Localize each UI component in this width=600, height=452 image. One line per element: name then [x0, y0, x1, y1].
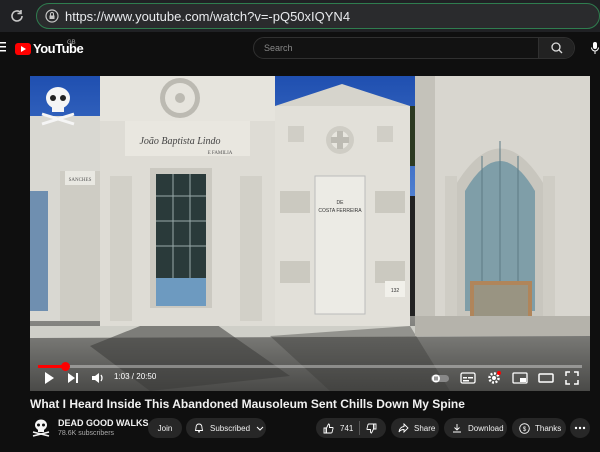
video-frame[interactable]: SANCHES João Baptista Lindo E FAMILIA DE… [30, 76, 590, 391]
address-bar[interactable]: https://www.youtube.com/watch?v=-pQ50xIQ… [36, 3, 600, 29]
subscriber-count: 78.6K subscribers [58, 430, 115, 437]
channel-avatar[interactable] [30, 416, 52, 438]
scene-tomb-name: João Baptista Lindo [139, 136, 220, 147]
join-button[interactable]: Join [148, 418, 182, 438]
volume-icon[interactable] [90, 370, 106, 386]
player-controls: 1:03 / 20:50 [30, 362, 590, 392]
settings-gear-icon[interactable] [486, 370, 502, 386]
site-info-icon[interactable] [45, 9, 59, 23]
download-label: Download [468, 423, 504, 433]
channel-name[interactable]: DEAD GOOD WALKS [58, 418, 149, 428]
country-code: GB [67, 40, 76, 46]
subscribed-button[interactable]: Subscribed [186, 418, 266, 438]
progress-bar[interactable] [38, 362, 582, 371]
miniplayer-icon[interactable] [512, 370, 528, 386]
youtube-play-icon [15, 42, 31, 55]
url-text[interactable]: https://www.youtube.com/watch?v=-pQ50xIQ… [65, 9, 350, 24]
play-icon[interactable] [42, 370, 56, 386]
join-label: Join [157, 423, 173, 433]
video-player[interactable]: SANCHES João Baptista Lindo E FAMILIA DE… [30, 76, 590, 391]
share-icon [398, 423, 409, 433]
youtube-header: YouTube GB [0, 32, 600, 64]
menu-icon[interactable] [0, 40, 8, 54]
like-icon[interactable] [323, 423, 334, 434]
like-separator [359, 421, 361, 435]
skull-icon [32, 419, 50, 437]
browser-toolbar: https://www.youtube.com/watch?v=-pQ50xIQ… [0, 0, 600, 32]
next-icon[interactable] [66, 370, 80, 386]
search-button[interactable] [538, 38, 574, 58]
thanks-label: Thanks [535, 423, 562, 433]
search-box [253, 37, 575, 59]
microphone-icon[interactable] [590, 41, 600, 55]
theater-mode-icon[interactable] [538, 370, 554, 386]
thanks-button[interactable]: $ Thanks [512, 418, 566, 438]
share-button[interactable]: Share [391, 418, 439, 438]
chevron-down-icon [256, 426, 264, 431]
subtitles-icon[interactable] [460, 370, 476, 386]
like-count: 741 [340, 423, 354, 433]
download-button[interactable]: Download [444, 418, 507, 438]
like-dislike-group: 741 [316, 418, 386, 438]
time-display: 1:03 / 20:50 [114, 372, 156, 381]
scene-door-text-1: DE [337, 200, 345, 206]
subscribed-label: Subscribed [210, 423, 251, 433]
more-horizontal-icon [574, 426, 586, 430]
autoplay-toggle[interactable] [430, 370, 450, 386]
svg-text:$: $ [523, 427, 527, 433]
share-label: Share [414, 423, 436, 433]
scene-tomb-sub: E FAMILIA [208, 151, 233, 156]
download-icon [453, 424, 461, 433]
search-input[interactable] [254, 38, 538, 58]
time-total: 20:50 [136, 372, 157, 381]
reload-icon[interactable] [8, 7, 26, 25]
more-actions-button[interactable] [570, 418, 590, 438]
bell-icon [194, 423, 204, 433]
thanks-icon: $ [519, 422, 530, 434]
fullscreen-icon[interactable] [564, 370, 580, 386]
search-icon [551, 42, 563, 54]
scene-sign-left: SANCHES [69, 178, 92, 183]
scene-sign-right: 132 [391, 288, 400, 294]
scene-door-text-2: COSTA FERREIRA [318, 208, 362, 214]
video-title: What I Heard Inside This Abandoned Mauso… [30, 397, 465, 411]
dislike-icon[interactable] [366, 423, 377, 434]
time-current: 1:03 [114, 372, 130, 381]
